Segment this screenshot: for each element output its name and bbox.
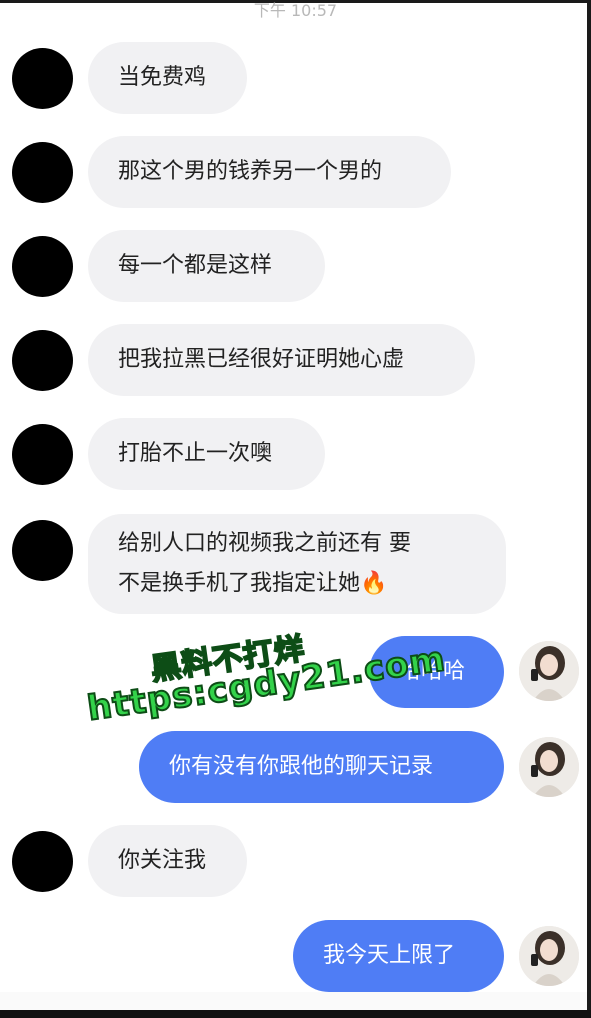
message-bubble-incoming[interactable]: 打胎不止一次噢 <box>88 418 325 490</box>
message-bubble-outgoing[interactable]: 你有没有你跟他的聊天记录 <box>139 731 504 803</box>
message-bubble-incoming[interactable]: 给别人口的视频我之前还有 要 不是换手机了我指定让她🔥 <box>88 514 506 614</box>
user-avatar-photo-icon <box>519 737 579 797</box>
contact-avatar[interactable] <box>12 48 73 109</box>
message-bubble-incoming[interactable]: 那这个男的钱养另一个男的 <box>88 136 451 208</box>
user-avatar[interactable] <box>519 737 579 797</box>
user-avatar-photo-icon <box>519 641 579 701</box>
frame-bottom-edge <box>0 1010 591 1018</box>
contact-avatar[interactable] <box>12 424 73 485</box>
user-avatar[interactable] <box>519 641 579 701</box>
user-avatar-photo-icon <box>519 926 579 986</box>
message-bubble-incoming[interactable]: 每一个都是这样 <box>88 230 325 302</box>
message-bubble-outgoing[interactable]: 我今天上限了 <box>293 920 504 992</box>
chat-screen: 下午 10:57 当免费鸡 那这个男的钱养另一个男的 每一个都是这样 把我拉黑已… <box>0 0 591 1018</box>
frame-right-edge <box>587 0 591 1018</box>
input-bar-edge <box>0 992 591 1010</box>
contact-avatar[interactable] <box>12 831 73 892</box>
contact-avatar[interactable] <box>12 330 73 391</box>
status-time: 下午 10:57 <box>253 1 338 20</box>
message-line: 不是换手机了我指定让她🔥 <box>118 571 388 596</box>
contact-avatar[interactable] <box>12 520 73 581</box>
message-bubble-incoming[interactable]: 当免费鸡 <box>88 42 247 114</box>
contact-avatar[interactable] <box>12 142 73 203</box>
message-bubble-incoming[interactable]: 把我拉黑已经很好证明她心虚 <box>88 324 475 396</box>
contact-avatar[interactable] <box>12 236 73 297</box>
user-avatar[interactable] <box>519 926 579 986</box>
message-line: 给别人口的视频我之前还有 要 <box>118 531 411 556</box>
message-bubble-incoming[interactable]: 你关注我 <box>88 825 247 897</box>
